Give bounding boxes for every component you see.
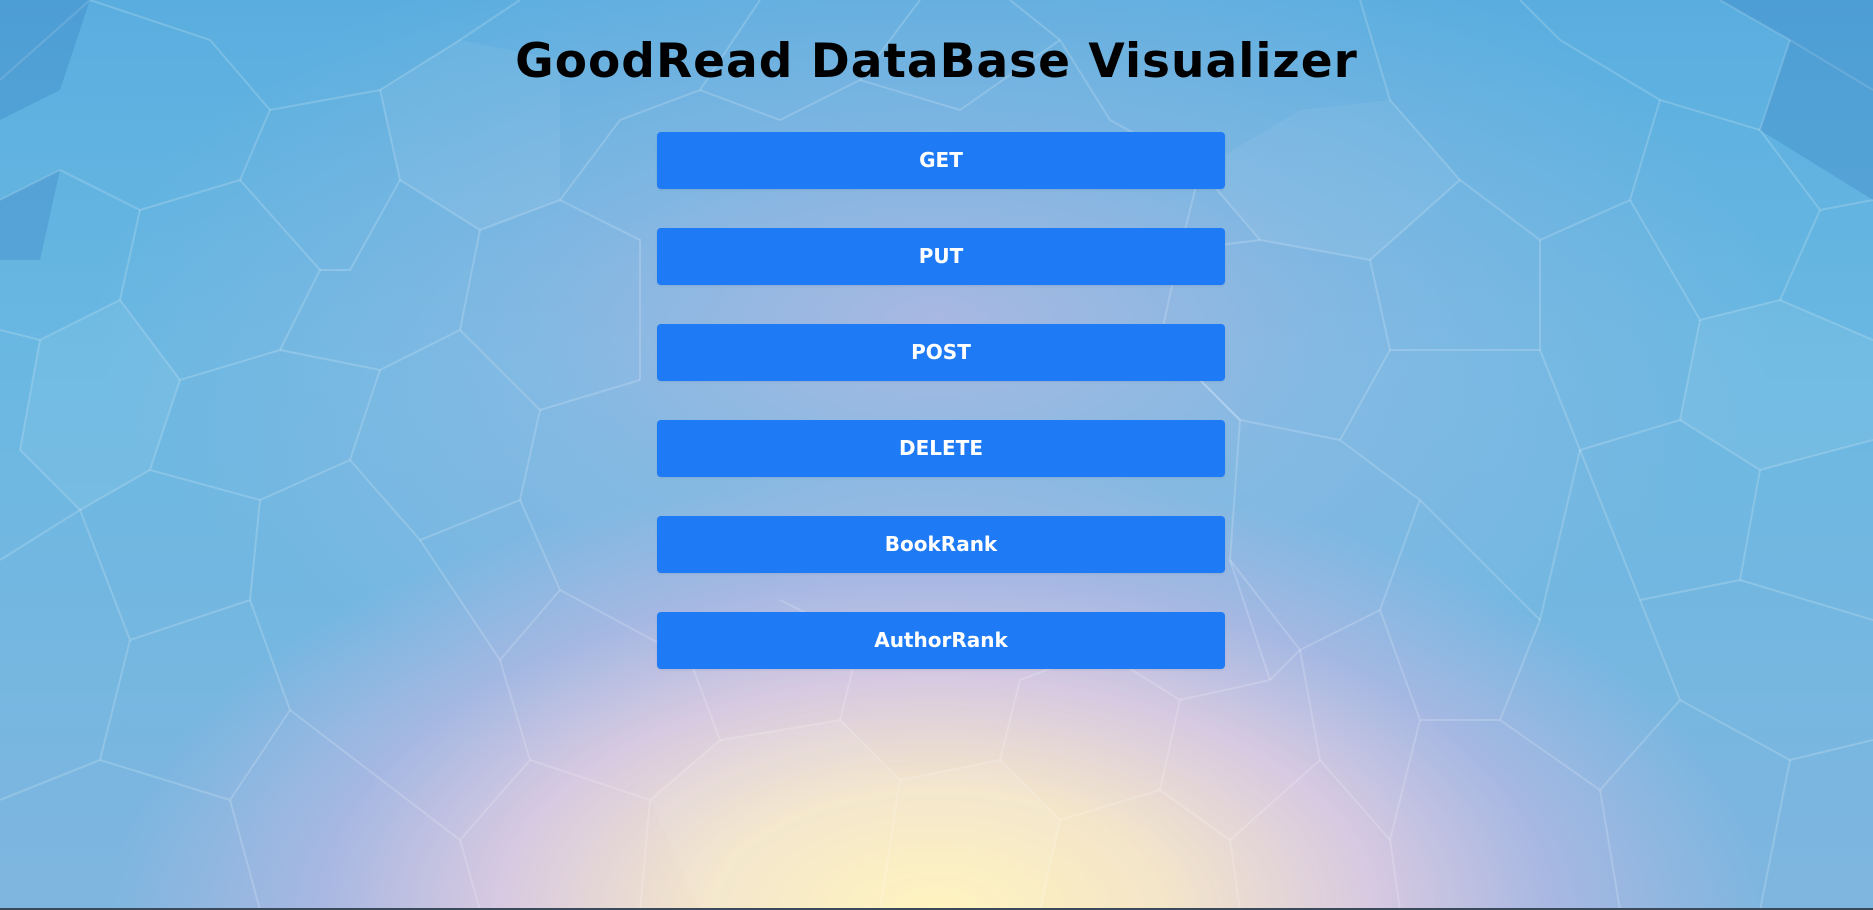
put-button[interactable]: PUT xyxy=(657,228,1225,285)
get-button[interactable]: GET xyxy=(657,132,1225,189)
delete-button[interactable]: DELETE xyxy=(657,420,1225,477)
page-title: GoodRead DataBase Visualizer xyxy=(515,34,1358,89)
book-rank-button[interactable]: BookRank xyxy=(657,516,1225,573)
main-content: GoodRead DataBase Visualizer GET PUT POS… xyxy=(0,0,1873,910)
post-button[interactable]: POST xyxy=(657,324,1225,381)
author-rank-button[interactable]: AuthorRank xyxy=(657,612,1225,669)
